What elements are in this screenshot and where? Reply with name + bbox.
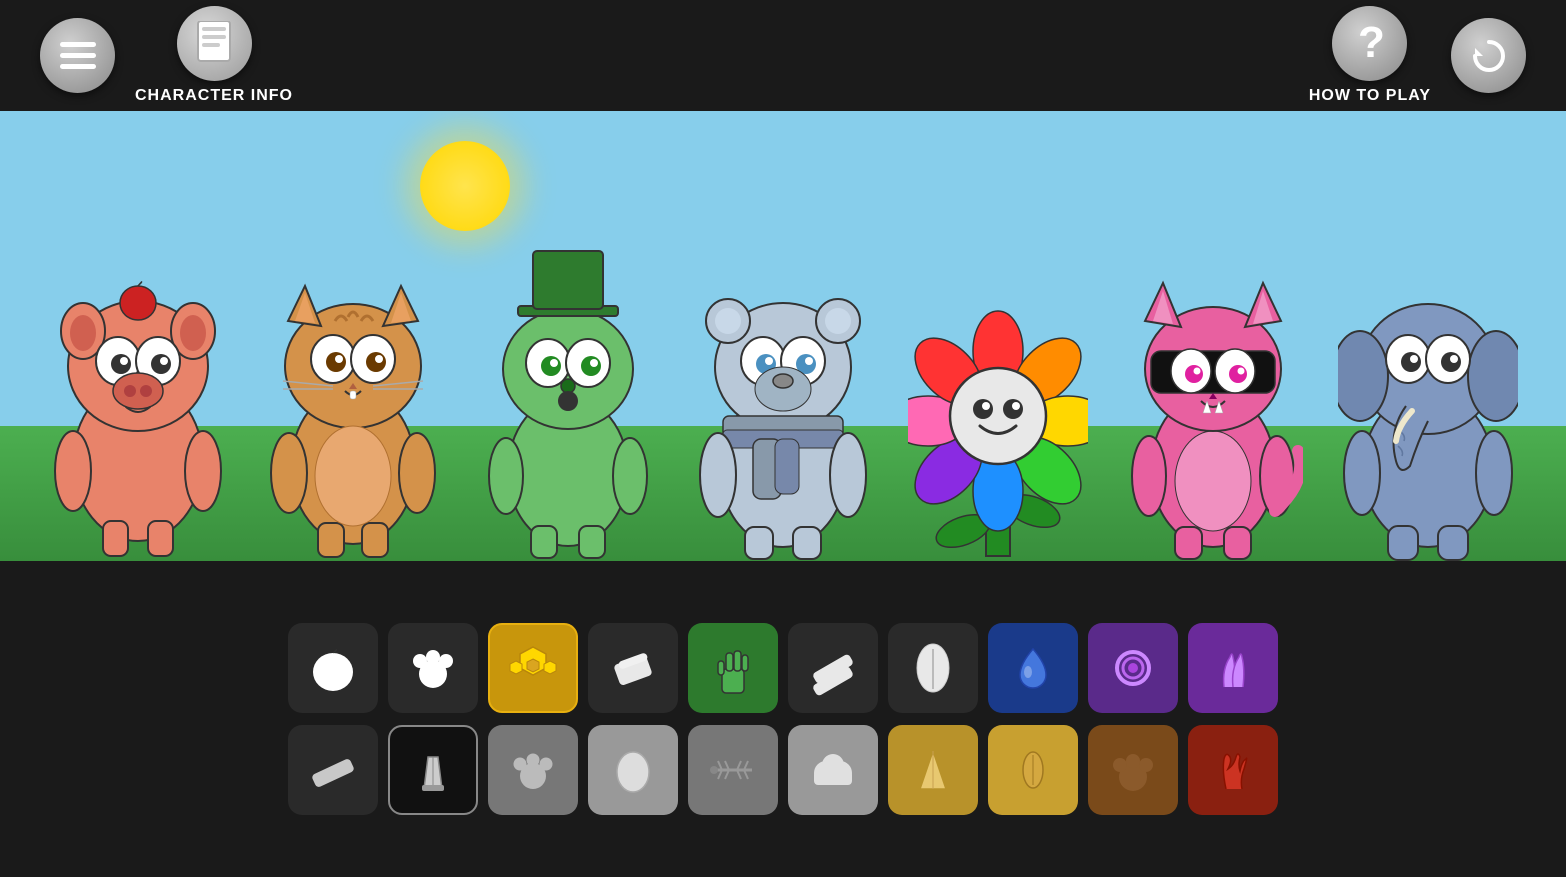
character-info-button-group: CHARACTER INFO xyxy=(135,6,293,105)
item-bearpaw[interactable] xyxy=(1088,725,1178,815)
item-eraser[interactable] xyxy=(288,725,378,815)
item-cloud[interactable] xyxy=(788,725,878,815)
character-pinkcat[interactable] xyxy=(1123,221,1303,561)
svg-text:?: ? xyxy=(1358,19,1385,67)
reset-button-group xyxy=(1451,18,1526,93)
how-to-play-label: HOW TO PLAY xyxy=(1309,87,1431,105)
reset-button[interactable] xyxy=(1451,18,1526,93)
top-bar: CHARACTER INFO ? HOW TO PLAY xyxy=(0,0,1566,111)
item-deer[interactable] xyxy=(1188,725,1278,815)
menu-button-group xyxy=(40,18,115,93)
character-elephant[interactable] xyxy=(1338,221,1518,561)
item-claw[interactable] xyxy=(1188,623,1278,713)
character-turtle[interactable] xyxy=(478,221,658,561)
characters-group xyxy=(0,221,1566,561)
how-to-play-button[interactable]: ? xyxy=(1332,6,1407,81)
character-info-label: CHARACTER INFO xyxy=(135,87,293,105)
item-green-hand[interactable] xyxy=(688,623,778,713)
item-honeycomb[interactable] xyxy=(488,623,578,713)
sun xyxy=(420,141,510,231)
item-scroll[interactable] xyxy=(588,623,678,713)
item-bandage[interactable] xyxy=(788,623,878,713)
character-cat[interactable] xyxy=(263,221,443,561)
item-seed[interactable] xyxy=(988,725,1078,815)
item-horn[interactable] xyxy=(888,725,978,815)
item-feather[interactable] xyxy=(888,623,978,713)
how-to-play-button-group: ? HOW TO PLAY xyxy=(1309,6,1431,105)
item-waterdrop[interactable] xyxy=(988,623,1078,713)
item-snail[interactable] xyxy=(1088,623,1178,713)
menu-button[interactable] xyxy=(40,18,115,93)
item-fishbone[interactable] xyxy=(688,725,778,815)
item-row-1 xyxy=(288,623,1278,713)
character-info-button[interactable] xyxy=(177,6,252,81)
top-right-group: ? HOW TO PLAY xyxy=(1309,6,1526,105)
item-paw[interactable] xyxy=(388,623,478,713)
item-apple[interactable] xyxy=(288,623,378,713)
character-flower[interactable] xyxy=(908,221,1088,561)
scene xyxy=(0,111,1566,561)
item-row-2 xyxy=(288,725,1278,815)
item-paw-gray[interactable] xyxy=(488,725,578,815)
item-egg[interactable] xyxy=(588,725,678,815)
character-bear[interactable] xyxy=(693,221,873,561)
character-pig[interactable] xyxy=(48,221,228,561)
item-knife[interactable] xyxy=(388,725,478,815)
top-left-group: CHARACTER INFO xyxy=(40,6,293,105)
bottom-bar xyxy=(0,561,1566,877)
